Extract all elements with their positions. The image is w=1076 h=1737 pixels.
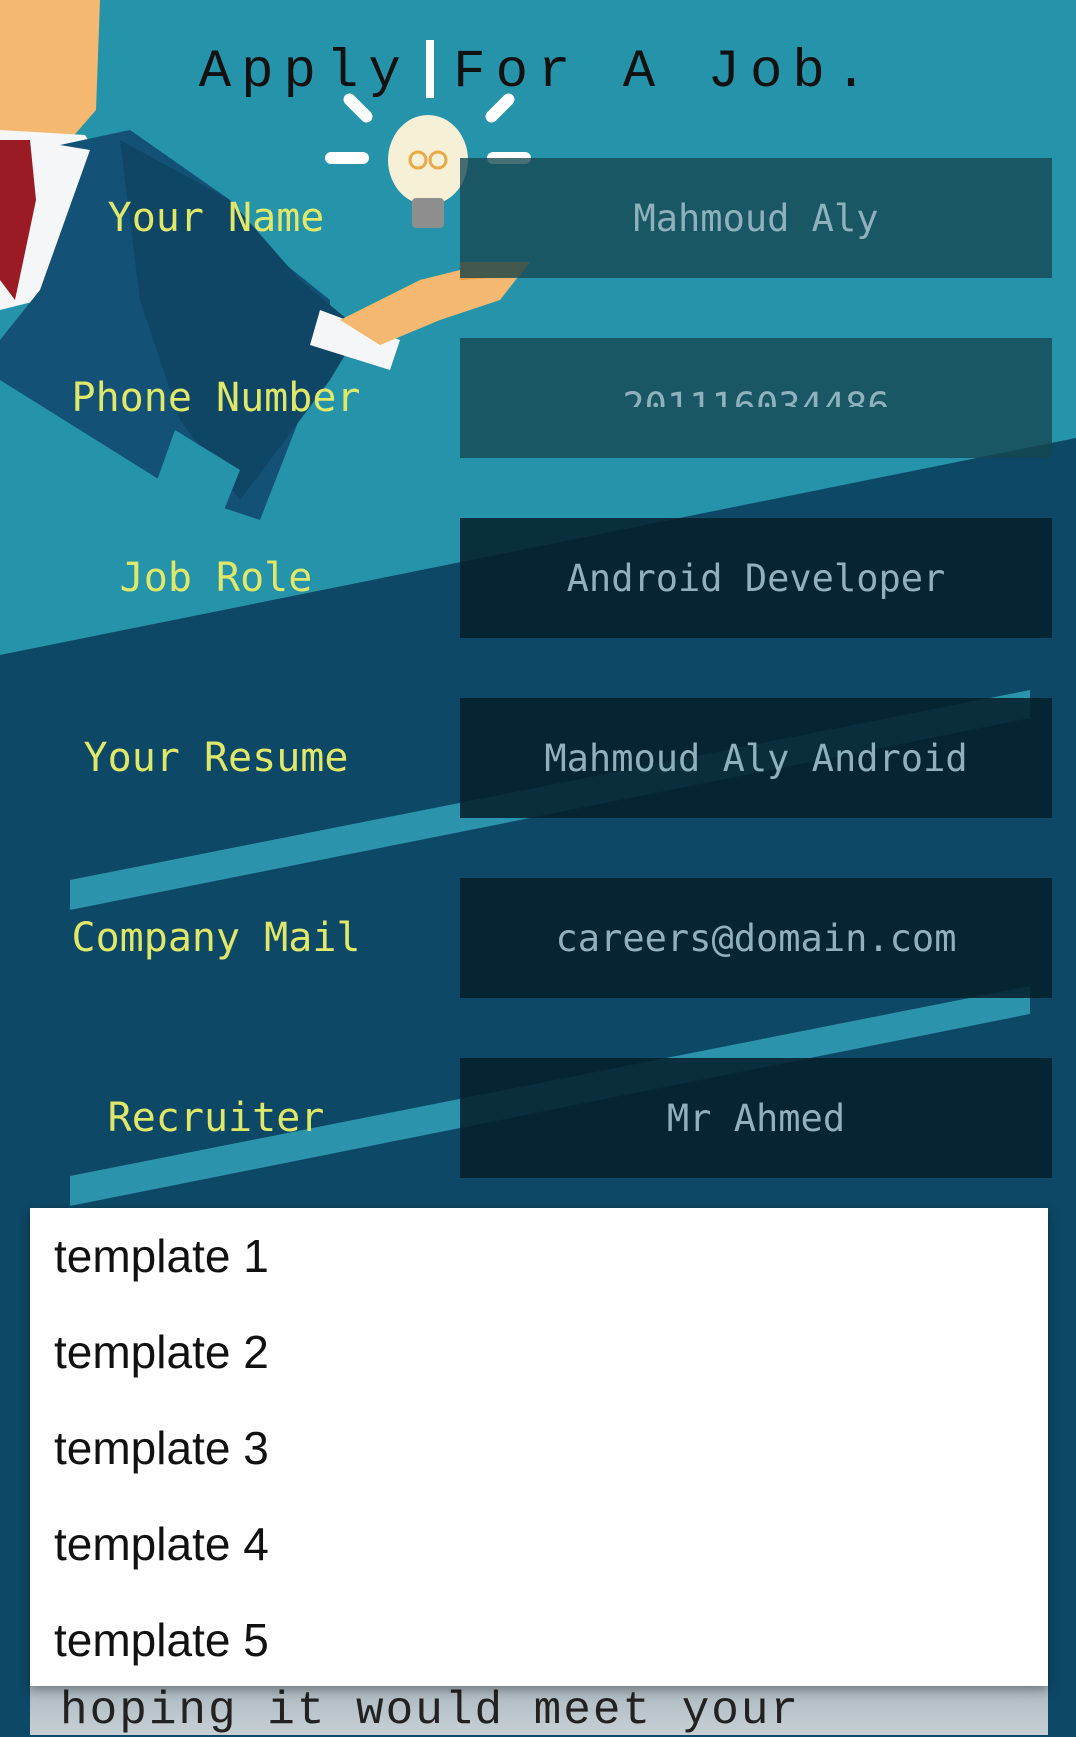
job-role-label: Job Role bbox=[119, 555, 313, 601]
recruiter-label: Recruiter bbox=[107, 1095, 325, 1141]
recruiter-field[interactable]: Mr Ahmed bbox=[460, 1058, 1052, 1178]
form-row-company-mail: Company Mail careers@domain.com bbox=[0, 878, 1076, 998]
template-option-4[interactable]: template 4 bbox=[30, 1496, 1048, 1592]
phone-field[interactable]: 201116034486 bbox=[460, 338, 1052, 458]
company-mail-field[interactable]: careers@domain.com bbox=[460, 878, 1052, 998]
phone-value: 201116034486 bbox=[622, 385, 890, 407]
form-row-phone: Phone Number 201116034486 bbox=[0, 338, 1076, 458]
template-option-3[interactable]: template 3 bbox=[30, 1400, 1048, 1496]
resume-field[interactable]: Mahmoud Aly Android bbox=[460, 698, 1052, 818]
form-row-resume: Your Resume Mahmoud Aly Android bbox=[0, 698, 1076, 818]
phone-label: Phone Number bbox=[71, 375, 361, 421]
template-option-2[interactable]: template 2 bbox=[30, 1304, 1048, 1400]
template-dropdown-menu: template 1 template 2 template 3 templat… bbox=[30, 1208, 1048, 1686]
message-text: hoping it would meet your bbox=[60, 1685, 801, 1737]
name-field[interactable]: Mahmoud Aly bbox=[460, 158, 1052, 278]
resume-label: Your Resume bbox=[83, 735, 349, 781]
job-role-field[interactable]: Android Developer bbox=[460, 518, 1052, 638]
form-row-job-role: Job Role Android Developer bbox=[0, 518, 1076, 638]
name-label: Your Name bbox=[107, 195, 325, 241]
template-option-5[interactable]: template 5 bbox=[30, 1592, 1048, 1688]
form-row-recruiter: Recruiter Mr Ahmed bbox=[0, 1058, 1076, 1178]
page-title: Apply For A Job. bbox=[198, 42, 878, 103]
form-row-name: Your Name Mahmoud Aly bbox=[0, 158, 1076, 278]
template-option-1[interactable]: template 1 bbox=[30, 1208, 1048, 1304]
company-mail-label: Company Mail bbox=[71, 915, 361, 961]
